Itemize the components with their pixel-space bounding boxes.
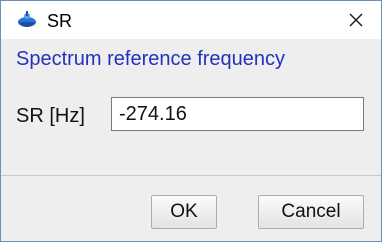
dialog-heading: Spectrum reference frequency <box>16 48 286 70</box>
sr-input[interactable] <box>111 97 364 131</box>
close-button[interactable] <box>339 5 373 35</box>
dialog-window: SR Spectrum reference frequency SR [Hz] … <box>0 0 382 242</box>
window-title: SR <box>47 11 73 31</box>
sr-field-label: SR [Hz] <box>16 105 85 127</box>
cancel-button[interactable]: Cancel <box>258 195 364 229</box>
ok-button[interactable]: OK <box>151 195 217 229</box>
close-icon <box>349 13 363 27</box>
app-icon <box>16 10 38 32</box>
title-bar[interactable]: SR <box>1 1 381 39</box>
